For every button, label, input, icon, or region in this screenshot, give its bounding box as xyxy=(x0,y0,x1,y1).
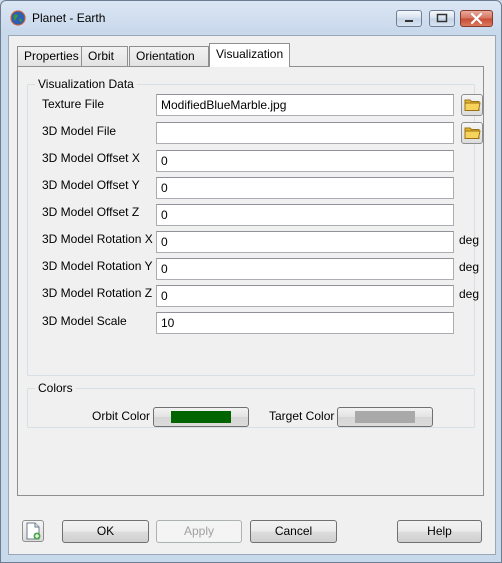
colors-group: Colors Orbit Color Target Color xyxy=(27,381,475,428)
tab-orientation[interactable]: Orientation xyxy=(129,46,209,66)
minimize-button[interactable] xyxy=(396,10,422,27)
rotation-y-label: 3D Model Rotation Y xyxy=(42,259,153,273)
orbit-color-button[interactable] xyxy=(153,407,249,427)
tab-orbit[interactable]: Orbit xyxy=(81,46,128,66)
texture-file-input[interactable] xyxy=(156,94,454,116)
rotation-x-input[interactable] xyxy=(156,231,454,253)
apply-button[interactable]: Apply xyxy=(156,520,242,543)
folder-icon xyxy=(464,127,481,139)
rotation-z-label: 3D Model Rotation Z xyxy=(42,286,153,300)
model-file-input[interactable] xyxy=(156,122,454,144)
rotation-y-unit: deg xyxy=(459,260,480,274)
dialog-window: Planet - Earth Properties Orbit Orientat… xyxy=(0,0,502,563)
offset-x-label: 3D Model Offset X xyxy=(42,151,140,165)
offset-x-input[interactable] xyxy=(156,150,454,172)
cancel-button[interactable]: Cancel xyxy=(250,520,337,543)
close-icon xyxy=(470,12,483,25)
title-bar[interactable]: Planet - Earth xyxy=(1,1,501,35)
folder-icon xyxy=(464,99,481,111)
dialog-client: Properties Orbit Orientation Visualizati… xyxy=(8,35,496,555)
document-add-icon xyxy=(26,522,41,540)
close-button[interactable] xyxy=(460,10,493,27)
rotation-x-unit: deg xyxy=(459,233,480,247)
new-document-button[interactable] xyxy=(22,520,44,542)
scale-label: 3D Model Scale xyxy=(42,314,127,328)
window-title: Planet - Earth xyxy=(32,11,106,25)
maximize-icon xyxy=(436,13,448,23)
tab-visualization[interactable]: Visualization xyxy=(209,43,290,67)
visualization-data-title: Visualization Data xyxy=(35,77,137,91)
rotation-z-input[interactable] xyxy=(156,285,454,307)
texture-file-browse-button[interactable] xyxy=(461,94,483,116)
rotation-x-label: 3D Model Rotation X xyxy=(42,232,153,246)
minimize-icon xyxy=(405,20,413,22)
offset-y-label: 3D Model Offset Y xyxy=(42,178,140,192)
help-button[interactable]: Help xyxy=(397,520,482,543)
scale-input[interactable] xyxy=(156,312,454,334)
tab-panel-visualization: Visualization Data Texture File 3D Model… xyxy=(17,66,484,496)
colors-title: Colors xyxy=(35,381,76,395)
planet-globe-icon xyxy=(10,10,26,26)
tab-properties[interactable]: Properties xyxy=(17,46,82,66)
offset-z-label: 3D Model Offset Z xyxy=(42,205,140,219)
ok-button[interactable]: OK xyxy=(62,520,149,543)
maximize-button[interactable] xyxy=(429,10,455,27)
rotation-y-input[interactable] xyxy=(156,258,454,280)
model-file-browse-button[interactable] xyxy=(461,122,483,144)
offset-y-input[interactable] xyxy=(156,177,454,199)
orbit-color-label: Orbit Color xyxy=(92,409,151,423)
target-color-swatch xyxy=(355,411,415,423)
rotation-z-unit: deg xyxy=(459,287,480,301)
offset-z-input[interactable] xyxy=(156,204,454,226)
target-color-label: Target Color xyxy=(269,409,335,423)
orbit-color-swatch xyxy=(171,411,231,423)
target-color-button[interactable] xyxy=(337,407,433,427)
visualization-data-group: Visualization Data Texture File 3D Model… xyxy=(27,77,483,376)
model-file-label: 3D Model File xyxy=(42,124,117,138)
texture-file-label: Texture File xyxy=(42,97,105,111)
